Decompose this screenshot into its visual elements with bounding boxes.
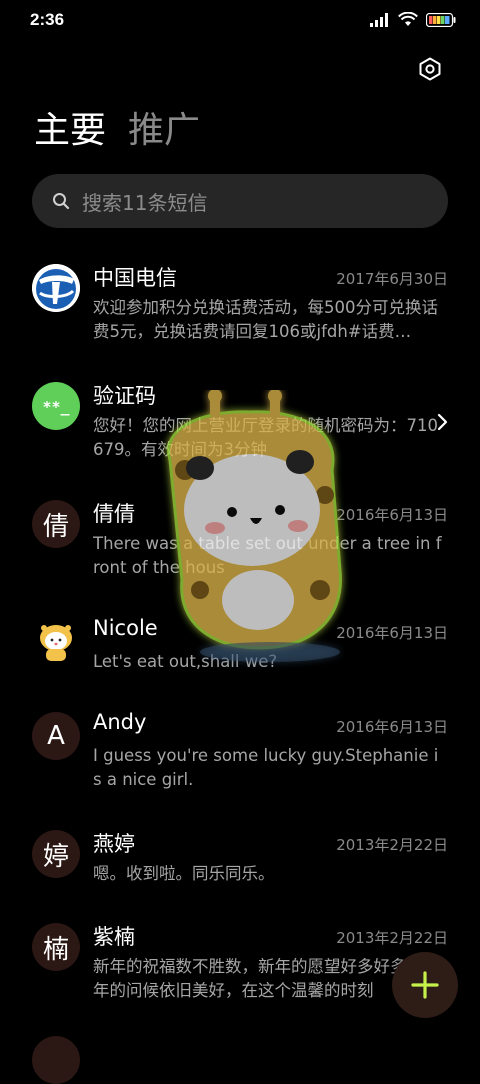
conversation-item[interactable] xyxy=(0,1026,480,1084)
search-placeholder: 搜索11条短信 xyxy=(82,190,208,215)
search-bar[interactable]: 搜索11条短信 xyxy=(32,174,448,228)
message-preview: Let's eat out,shall we? xyxy=(93,652,278,671)
cartoon-avatar-icon xyxy=(40,625,72,661)
message-preview: 您好！您的网上营业厅登录的随机密码为：710679。有效时间为3分钟 xyxy=(93,416,438,459)
avatar: 倩 xyxy=(32,500,80,548)
settings-button[interactable] xyxy=(416,55,444,83)
status-time: 2:36 xyxy=(30,10,65,29)
message-date: 2016年6月13日 xyxy=(336,718,448,736)
avatar xyxy=(32,264,80,312)
message-preview: 欢迎参加积分兑换话费活动，每500分可兑换话费5元，兑换话费请回复106或jfd… xyxy=(93,298,438,341)
conversation-item[interactable]: A Andy 2016年6月13日 I guess you're some lu… xyxy=(0,702,480,812)
avatar xyxy=(32,618,80,666)
conversation-item[interactable]: 倩 倩倩 2016年6月13日 There was a table set ou… xyxy=(0,490,480,600)
tab-main[interactable]: 主要 xyxy=(34,106,106,156)
tab-promotions[interactable]: 推广 xyxy=(128,106,200,156)
message-preview: I guess you're some lucky guy.Stephanie … xyxy=(93,746,439,789)
status-icons xyxy=(370,12,456,27)
avatar xyxy=(32,1036,80,1084)
svg-text:**_: **_ xyxy=(42,398,70,416)
contact-name: 紫楠 xyxy=(93,925,135,949)
avatar: 楠 xyxy=(32,923,80,971)
contact-name: 验证码 xyxy=(93,384,156,408)
message-date: 2016年6月13日 xyxy=(336,624,448,642)
china-telecom-logo-icon xyxy=(32,264,80,312)
avatar: 婷 xyxy=(32,830,80,878)
conversation-item[interactable]: **_ 验证码 您好！您的网上营业厅登录的随机密码为：710679。有效时间为3… xyxy=(0,372,480,482)
settings-icon xyxy=(419,57,441,81)
tab-bar: 主要 推广 xyxy=(34,106,200,156)
chevron-right-icon[interactable] xyxy=(436,412,450,432)
contact-name: 倩倩 xyxy=(93,502,135,526)
contact-name: 中国电信 xyxy=(93,266,177,290)
search-icon xyxy=(52,192,70,210)
new-message-button[interactable] xyxy=(392,952,458,1018)
conversation-item[interactable]: 婷 燕婷 2013年2月22日 嗯。收到啦。同乐同乐。 xyxy=(0,820,480,910)
plus-icon xyxy=(411,971,439,999)
conversation-item[interactable]: Nicole 2016年6月13日 Let's eat out,shall we… xyxy=(0,608,480,698)
message-date: 2013年2月22日 xyxy=(336,929,448,947)
contact-name: 燕婷 xyxy=(93,832,135,856)
avatar: A xyxy=(32,712,80,760)
avatar: **_ xyxy=(32,382,80,430)
message-preview: 嗯。收到啦。同乐同乐。 xyxy=(93,864,275,883)
message-preview: 新年的祝福数不胜数，新年的愿望好多好多，新年的问候依旧美好，在这个温馨的时刻 xyxy=(93,957,440,1000)
message-date: 2016年6月13日 xyxy=(336,506,448,524)
password-icon: **_ xyxy=(42,398,70,416)
signal-icon xyxy=(370,12,388,27)
message-date: 2017年6月30日 xyxy=(336,270,448,288)
message-date: 2013年2月22日 xyxy=(336,836,448,854)
contact-name: Andy xyxy=(93,710,147,734)
status-bar: 2:36 xyxy=(0,0,480,40)
wifi-icon xyxy=(398,12,418,26)
contact-name: Nicole xyxy=(93,616,158,640)
conversation-item[interactable]: 中国电信 2017年6月30日 欢迎参加积分兑换话费活动，每500分可兑换话费5… xyxy=(0,254,480,364)
message-preview: There was a table set out under a tree i… xyxy=(93,534,442,577)
battery-icon xyxy=(426,12,456,27)
